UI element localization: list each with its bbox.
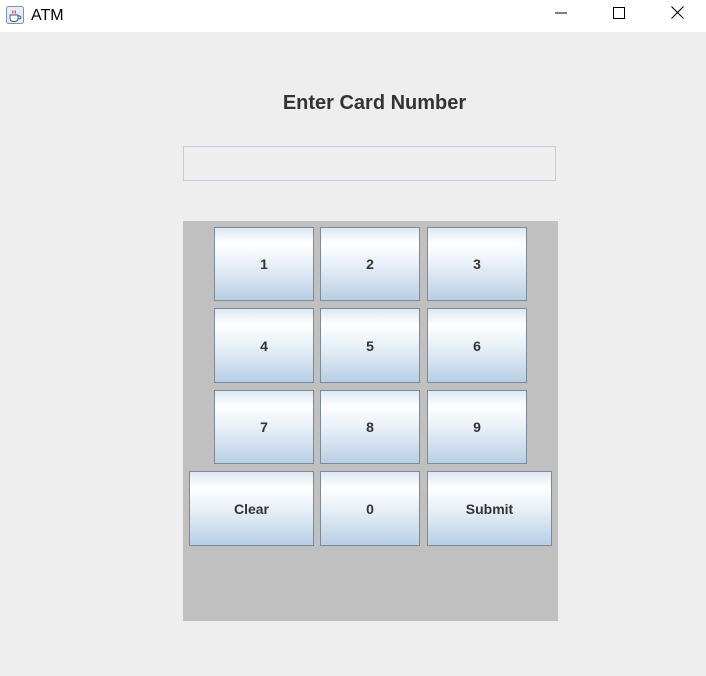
window-title: ATM <box>31 7 64 24</box>
maximize-icon <box>613 6 625 24</box>
key-6-button[interactable]: 6 <box>427 308 527 383</box>
clear-button[interactable]: Clear <box>189 471 314 546</box>
card-number-input[interactable] <box>183 146 556 181</box>
atm-window: ATM Enter Card Number 1 2 3 4 5 6 7 8 9 … <box>0 0 706 676</box>
key-9-button[interactable]: 9 <box>427 390 527 464</box>
close-button[interactable] <box>648 0 706 30</box>
minimize-icon <box>555 6 567 24</box>
key-0-button[interactable]: 0 <box>320 471 420 546</box>
java-cup-icon <box>6 6 24 24</box>
key-2-button[interactable]: 2 <box>320 227 420 301</box>
key-4-button[interactable]: 4 <box>214 308 314 383</box>
key-1-button[interactable]: 1 <box>214 227 314 301</box>
close-icon <box>670 6 684 24</box>
key-5-button[interactable]: 5 <box>320 308 420 383</box>
page-title: Enter Card Number <box>282 92 467 114</box>
minimize-button[interactable] <box>532 0 590 30</box>
key-8-button[interactable]: 8 <box>320 390 420 464</box>
title-bar[interactable]: ATM <box>0 0 706 32</box>
submit-button[interactable]: Submit <box>427 471 552 546</box>
keypad-panel: 1 2 3 4 5 6 7 8 9 Clear 0 Submit <box>183 221 558 621</box>
key-7-button[interactable]: 7 <box>214 390 314 464</box>
key-3-button[interactable]: 3 <box>427 227 527 301</box>
maximize-button[interactable] <box>590 0 648 30</box>
